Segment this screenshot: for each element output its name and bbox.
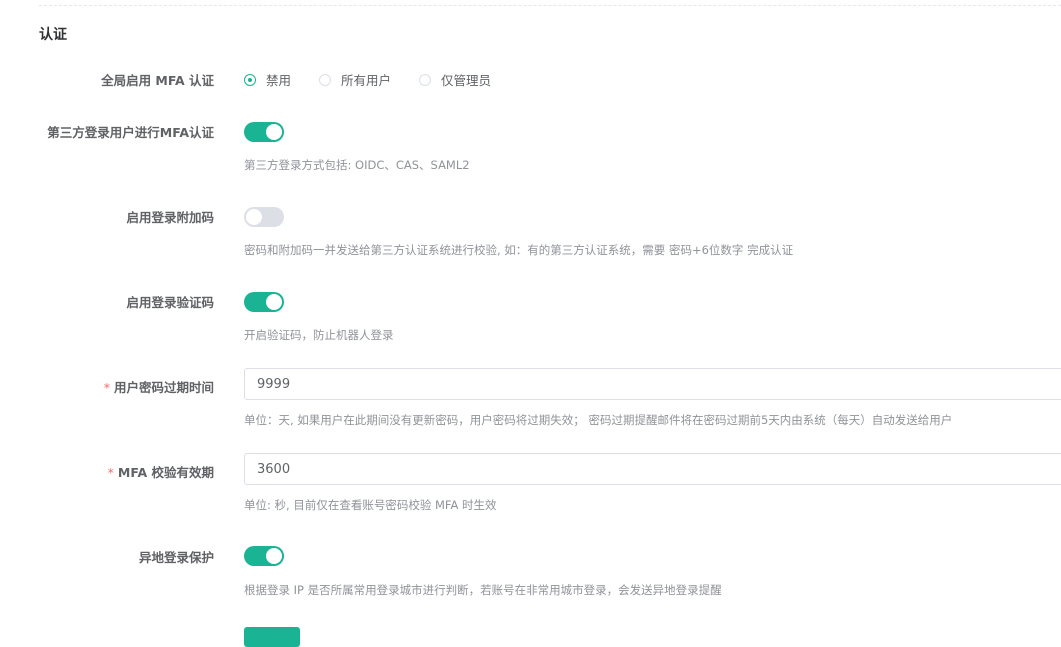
- radio-disabled[interactable]: 禁用: [244, 70, 291, 89]
- radio-admins-only[interactable]: 仅管理员: [419, 70, 491, 89]
- login-captcha-switch[interactable]: [244, 292, 284, 312]
- password-expire-label: * 用户密码过期时间: [104, 377, 214, 396]
- mfa-ttl-label: * MFA 校验有效期: [108, 462, 214, 481]
- radio-all-users-label: 所有用户: [341, 73, 392, 88]
- password-expire-label-text: 用户密码过期时间: [113, 380, 214, 395]
- login-captcha-help: 开启验证码，防止机器人登录: [244, 328, 394, 342]
- remote-login-help: 根据登录 IP 是否所属常用登录城市进行判断，若账号在非常用城市登录，会发送异地…: [244, 583, 722, 597]
- password-expire-help: 单位：天, 如果用户在此期间没有更新密码，用户密码将过期失效； 密码过期提醒邮件…: [244, 413, 953, 427]
- login-suffix-label: 启用登录附加码: [126, 210, 214, 225]
- mfa-global-radio-group: 禁用 所有用户 仅管理员: [244, 70, 519, 89]
- third-party-mfa-label: 第三方登录用户进行MFA认证: [47, 125, 214, 140]
- radio-all-users[interactable]: 所有用户: [319, 70, 391, 89]
- third-party-mfa-switch[interactable]: [244, 122, 284, 142]
- mfa-ttl-help: 单位: 秒, 目前仅在查看账号密码校验 MFA 时生效: [244, 498, 497, 512]
- submit-button[interactable]: [244, 627, 300, 647]
- login-suffix-help: 密码和附加码一并发送给第三方认证系统进行校验, 如：有的第三方认证系统，需要 密…: [244, 243, 794, 257]
- login-suffix-switch[interactable]: [244, 207, 284, 227]
- radio-admins-only-circle[interactable]: [419, 73, 432, 86]
- radio-disabled-label: 禁用: [266, 73, 292, 88]
- required-mark: *: [107, 465, 114, 480]
- radio-all-users-circle[interactable]: [319, 73, 332, 86]
- remote-login-switch[interactable]: [244, 546, 284, 566]
- switch-knob: [266, 548, 282, 564]
- switch-knob: [266, 294, 282, 310]
- login-captcha-label: 启用登录验证码: [126, 295, 214, 310]
- radio-disabled-circle[interactable]: [244, 73, 256, 86]
- required-mark: *: [103, 380, 110, 395]
- section-title: 认证: [39, 27, 67, 43]
- mfa-global-label: 全局启用 MFA 认证: [101, 73, 214, 88]
- switch-knob: [266, 124, 282, 140]
- password-expire-input[interactable]: [244, 368, 1061, 400]
- switch-knob: [246, 209, 262, 225]
- top-divider: [39, 5, 1061, 6]
- mfa-ttl-label-text: MFA 校验有效期: [117, 465, 214, 480]
- remote-login-label: 异地登录保护: [138, 550, 214, 565]
- radio-admins-only-label: 仅管理员: [441, 73, 492, 88]
- third-party-mfa-help: 第三方登录方式包括: OIDC、CAS、SAML2: [244, 158, 470, 172]
- mfa-ttl-input[interactable]: [244, 453, 1061, 485]
